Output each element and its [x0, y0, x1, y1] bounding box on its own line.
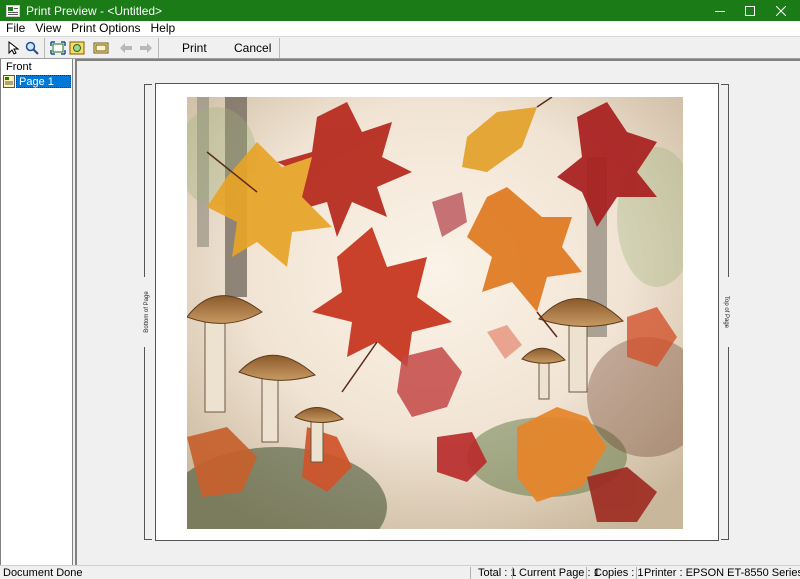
cancel-button[interactable]: Cancel — [234, 41, 271, 55]
menu-view[interactable]: View — [30, 21, 66, 36]
pointer-icon — [8, 41, 19, 55]
window-title: Print Preview - <Untitled> — [26, 3, 163, 18]
page-icon — [3, 74, 15, 88]
fit-page-button[interactable] — [49, 39, 67, 57]
tree-root-front[interactable]: Front — [6, 61, 32, 73]
app-icon — [6, 4, 20, 17]
menu-print-options[interactable]: Print Options — [66, 21, 145, 36]
page-tree: Front Page 1 — [0, 59, 73, 565]
minimize-icon — [715, 10, 725, 12]
status-bar: Document Done Total : 1 Current Page : 1… — [0, 565, 800, 579]
status-separator — [636, 567, 637, 579]
status-message: Document Done — [3, 567, 83, 579]
next-page-button[interactable] — [137, 39, 155, 57]
status-separator — [512, 567, 513, 579]
tree-item-label: Page 1 — [16, 74, 71, 88]
fit-page-icon — [50, 41, 66, 55]
top-of-page-label: Top of Page — [723, 277, 729, 347]
menu-help[interactable]: Help — [146, 21, 181, 36]
toolbar-separator — [158, 38, 159, 58]
toolbar-separator — [279, 38, 280, 58]
single-page-button[interactable] — [92, 39, 110, 57]
close-icon — [776, 5, 786, 16]
tree-item-page-1[interactable]: Page 1 — [3, 74, 71, 88]
menu-file[interactable]: File — [0, 21, 30, 36]
zoom-image-button[interactable] — [68, 39, 86, 57]
zoom-icon — [25, 41, 39, 55]
toolbar: Print Cancel — [0, 36, 800, 59]
preview-area[interactable]: Bottom of Page Top of Page — [75, 59, 800, 565]
pointer-button[interactable] — [4, 39, 22, 57]
back-arrow-icon — [120, 43, 132, 53]
single-page-icon — [93, 42, 109, 54]
close-button[interactable] — [758, 0, 800, 21]
forward-arrow-icon — [140, 43, 152, 53]
status-separator — [586, 567, 587, 579]
status-separator — [470, 567, 471, 579]
status-total: Total : 1 — [478, 567, 517, 579]
menu-bar: File View Print Options Help — [0, 21, 800, 36]
maximize-icon — [745, 5, 755, 16]
autumn-leaves-mushrooms-watercolor-image — [187, 97, 683, 529]
zoom-button[interactable] — [23, 39, 41, 57]
status-current-page: Current Page : 1 — [519, 567, 600, 579]
zoom-image-icon — [69, 41, 85, 55]
status-printer: Printer : EPSON ET-8550 Series — [644, 567, 800, 579]
print-button[interactable]: Print — [182, 41, 207, 55]
previous-page-button[interactable] — [117, 39, 135, 57]
title-bar: Print Preview - <Untitled> — [0, 0, 800, 21]
toolbar-separator — [44, 38, 45, 58]
bottom-of-page-label: Bottom of Page — [144, 277, 150, 347]
